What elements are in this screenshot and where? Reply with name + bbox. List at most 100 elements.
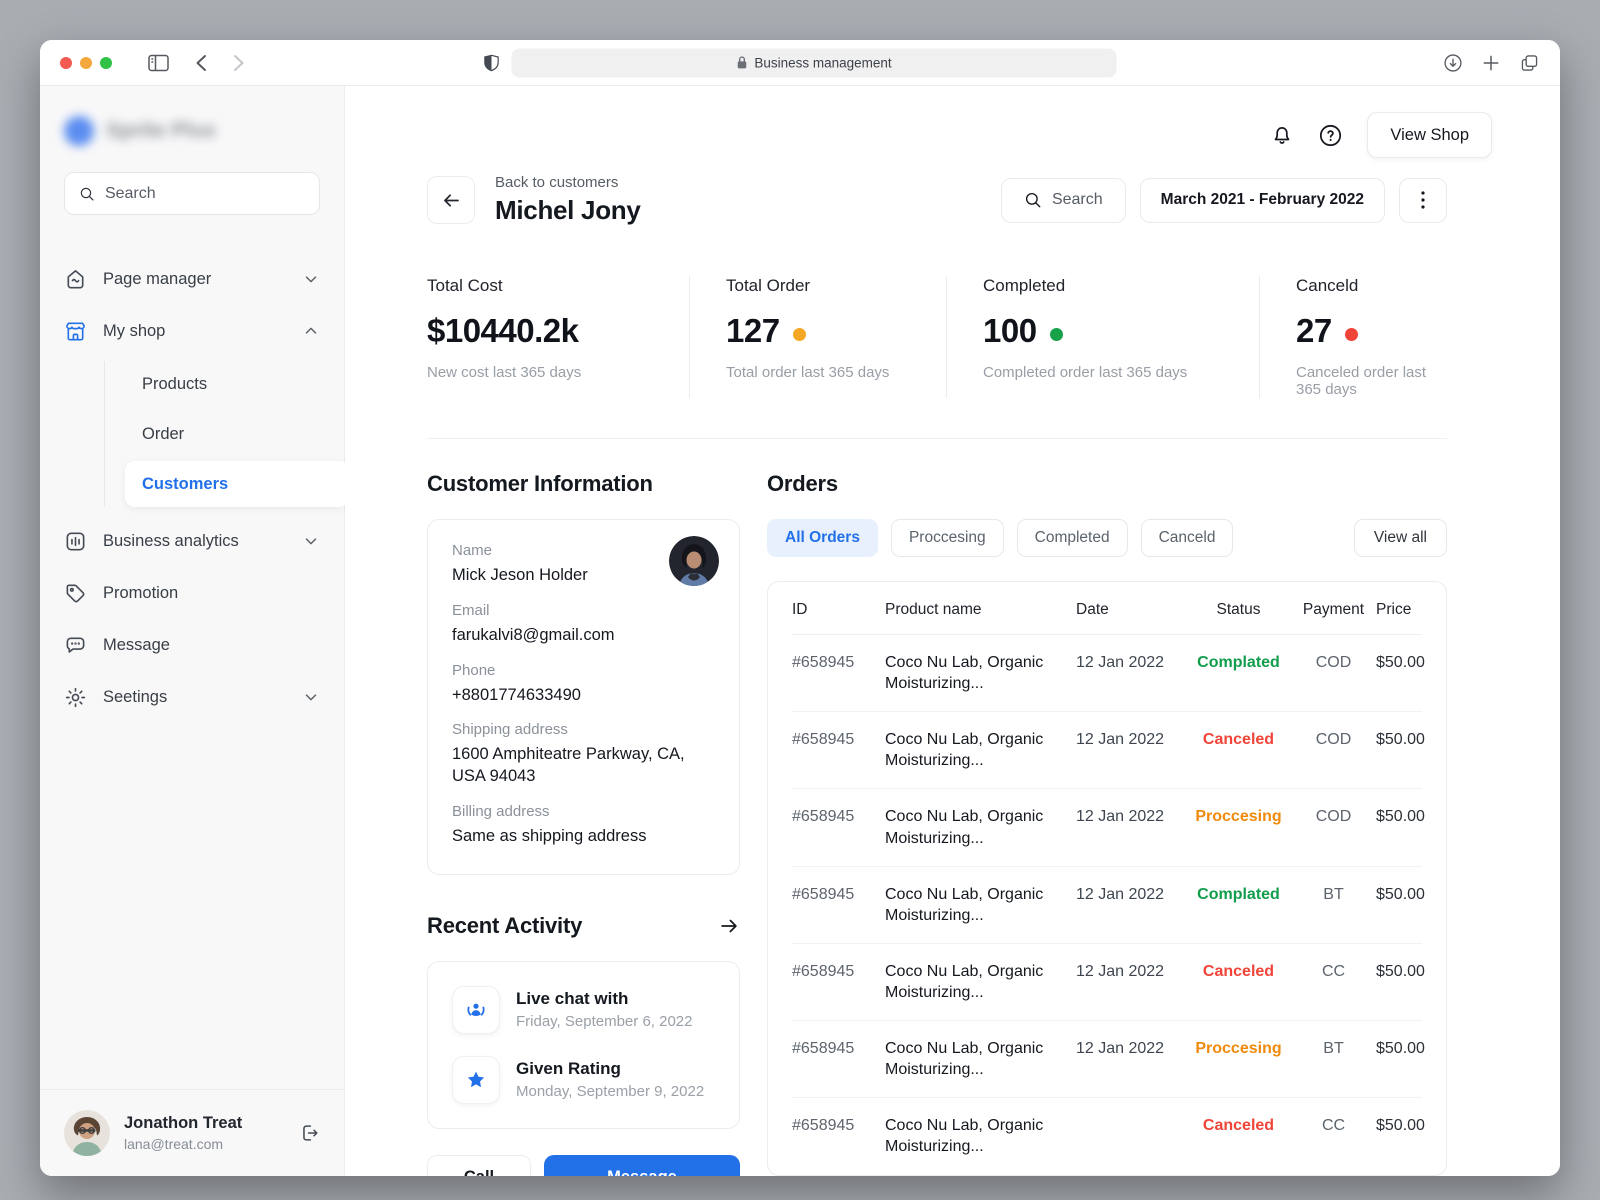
view-shop-button[interactable]: View Shop bbox=[1367, 112, 1492, 158]
stats-row: Total Cost $10440.2k New cost last 365 d… bbox=[427, 276, 1447, 398]
sidebar-item-label: Promotion bbox=[103, 584, 286, 603]
order-status: Complated bbox=[1186, 652, 1291, 673]
sidebar-item-label: Seetings bbox=[103, 688, 286, 707]
table-row[interactable]: #658945 Coco Nu Lab, Organic Moisturizin… bbox=[792, 1098, 1422, 1174]
minimize-window-icon[interactable] bbox=[80, 57, 92, 69]
field-label: Email bbox=[452, 602, 715, 619]
stat-caption: Total order last 365 days bbox=[726, 364, 936, 381]
call-button[interactable]: Call bbox=[427, 1155, 531, 1176]
gear-icon bbox=[64, 686, 87, 709]
address-text: Business management bbox=[754, 55, 891, 70]
col-header-id: ID bbox=[792, 601, 885, 619]
tab-label: All Orders bbox=[785, 529, 860, 547]
user-profile[interactable]: Jonathon Treat lana@treat.com bbox=[40, 1089, 344, 1176]
more-options-button[interactable] bbox=[1399, 178, 1447, 223]
table-row[interactable]: #658945 Coco Nu Lab, Organic Moisturizin… bbox=[792, 712, 1422, 789]
table-row[interactable]: #658945 Coco Nu Lab, Organic Moisturizin… bbox=[792, 789, 1422, 866]
stat-caption: Canceled order last 365 days bbox=[1296, 364, 1437, 398]
search-input[interactable] bbox=[105, 185, 305, 203]
order-id: #658945 bbox=[792, 961, 885, 982]
activity-item-given-rating[interactable]: Given Rating Monday, September 9, 2022 bbox=[452, 1056, 715, 1104]
tab-overview-icon[interactable] bbox=[1519, 53, 1540, 73]
col-header-date: Date bbox=[1076, 601, 1186, 619]
new-tab-icon[interactable] bbox=[1481, 53, 1501, 73]
order-id: #658945 bbox=[792, 884, 885, 905]
page-manager-icon bbox=[64, 268, 87, 291]
sidebar-item-label: Message bbox=[103, 636, 286, 655]
order-date: 12 Jan 2022 bbox=[1076, 729, 1186, 750]
help-button[interactable] bbox=[1318, 123, 1343, 148]
privacy-shield-icon[interactable] bbox=[484, 53, 500, 72]
table-row[interactable]: #658945 Coco Nu Lab, Organic Moisturizin… bbox=[792, 944, 1422, 1021]
sidebar-item-label: Page manager bbox=[103, 270, 286, 289]
window-controls[interactable] bbox=[60, 57, 112, 69]
sidebar-item-customers[interactable]: Customers bbox=[125, 461, 349, 507]
orders-table: ID Product name Date Status Payment Pric… bbox=[767, 581, 1447, 1176]
address-bar[interactable]: Business management bbox=[512, 48, 1117, 77]
order-price: $50.00 bbox=[1376, 729, 1425, 750]
activity-item-live-chat[interactable]: Live chat with Friday, September 6, 2022 bbox=[452, 986, 715, 1034]
divider bbox=[427, 438, 1447, 439]
forward-nav-icon[interactable] bbox=[233, 54, 245, 72]
back-nav-icon[interactable] bbox=[195, 54, 207, 72]
close-window-icon[interactable] bbox=[60, 57, 72, 69]
field-value: farukalvi8@gmail.com bbox=[452, 625, 715, 647]
table-row[interactable]: #658945 Coco Nu Lab, Organic Moisturizin… bbox=[792, 867, 1422, 944]
user-name: Jonathon Treat bbox=[124, 1114, 284, 1133]
tab-all-orders[interactable]: All Orders bbox=[767, 519, 878, 557]
view-all-button[interactable]: View all bbox=[1354, 519, 1447, 557]
view-shop-label: View Shop bbox=[1390, 126, 1469, 144]
sidebar-item-message[interactable]: Message bbox=[40, 619, 344, 671]
order-id: #658945 bbox=[792, 806, 885, 827]
stat-caption: New cost last 365 days bbox=[427, 364, 679, 381]
message-icon bbox=[64, 634, 87, 657]
search-label: Search bbox=[1052, 191, 1103, 209]
orders-search-button[interactable]: Search bbox=[1001, 178, 1126, 223]
message-button[interactable]: Message bbox=[544, 1155, 740, 1176]
field-billing-address: Billing address Same as shipping address bbox=[452, 803, 715, 848]
notifications-button[interactable] bbox=[1270, 123, 1294, 147]
sidebar-item-products[interactable]: Products bbox=[125, 361, 349, 407]
table-row[interactable]: #658945 Coco Nu Lab, Organic Moisturizin… bbox=[792, 1021, 1422, 1098]
order-payment: BT bbox=[1291, 1038, 1376, 1059]
customer-avatar bbox=[669, 536, 719, 586]
zoom-window-icon[interactable] bbox=[100, 57, 112, 69]
tab-canceled[interactable]: Canceld bbox=[1141, 519, 1234, 557]
table-header: ID Product name Date Status Payment Pric… bbox=[792, 582, 1422, 635]
order-id: #658945 bbox=[792, 1038, 885, 1059]
date-range-selector[interactable]: March 2021 - February 2022 bbox=[1140, 178, 1385, 223]
order-product: Coco Nu Lab, Organic Moisturizing... bbox=[885, 1115, 1076, 1157]
sidebar-item-page-manager[interactable]: Page manager bbox=[40, 253, 344, 305]
app-logo: Sprite Plus bbox=[40, 86, 344, 172]
kebab-menu-icon bbox=[1421, 191, 1425, 209]
sidebar-item-label: Business analytics bbox=[103, 532, 286, 551]
table-row[interactable]: #658945 Coco Nu Lab, Organic Moisturizin… bbox=[792, 635, 1422, 712]
browser-chrome: Business management bbox=[40, 40, 1560, 86]
stat-value: 27 bbox=[1296, 312, 1332, 350]
customer-information-card: Name Mick Jeson Holder Email farukalvi8@… bbox=[427, 519, 740, 875]
order-product: Coco Nu Lab, Organic Moisturizing... bbox=[885, 729, 1076, 771]
downloads-icon[interactable] bbox=[1443, 53, 1463, 73]
sidebar-item-business-analytics[interactable]: Business analytics bbox=[40, 515, 344, 567]
sidebar-item-order[interactable]: Order bbox=[125, 411, 349, 457]
tab-processing[interactable]: Proccesing bbox=[891, 519, 1004, 557]
search-icon bbox=[1024, 191, 1042, 209]
order-product: Coco Nu Lab, Organic Moisturizing... bbox=[885, 884, 1076, 926]
back-button[interactable] bbox=[427, 176, 475, 224]
recent-activity-arrow-icon[interactable] bbox=[718, 915, 740, 937]
sidebar-toggle-icon[interactable] bbox=[148, 54, 169, 72]
my-shop-submenu: Products Order Customers bbox=[104, 361, 344, 507]
tab-label: Canceld bbox=[1159, 529, 1216, 547]
arrow-left-icon bbox=[441, 190, 462, 211]
order-status: Proccesing bbox=[1186, 1038, 1291, 1059]
logout-icon[interactable] bbox=[298, 1122, 320, 1144]
browser-window: Business management bbox=[40, 40, 1560, 1176]
order-id: #658945 bbox=[792, 729, 885, 750]
field-email: Email farukalvi8@gmail.com bbox=[452, 602, 715, 647]
tab-completed[interactable]: Completed bbox=[1017, 519, 1128, 557]
stat-value: $10440.2k bbox=[427, 312, 579, 350]
sidebar-search[interactable] bbox=[64, 172, 320, 215]
sidebar-item-settings[interactable]: Seetings bbox=[40, 671, 344, 723]
sidebar-item-promotion[interactable]: Promotion bbox=[40, 567, 344, 619]
sidebar-item-my-shop[interactable]: My shop bbox=[40, 305, 344, 357]
